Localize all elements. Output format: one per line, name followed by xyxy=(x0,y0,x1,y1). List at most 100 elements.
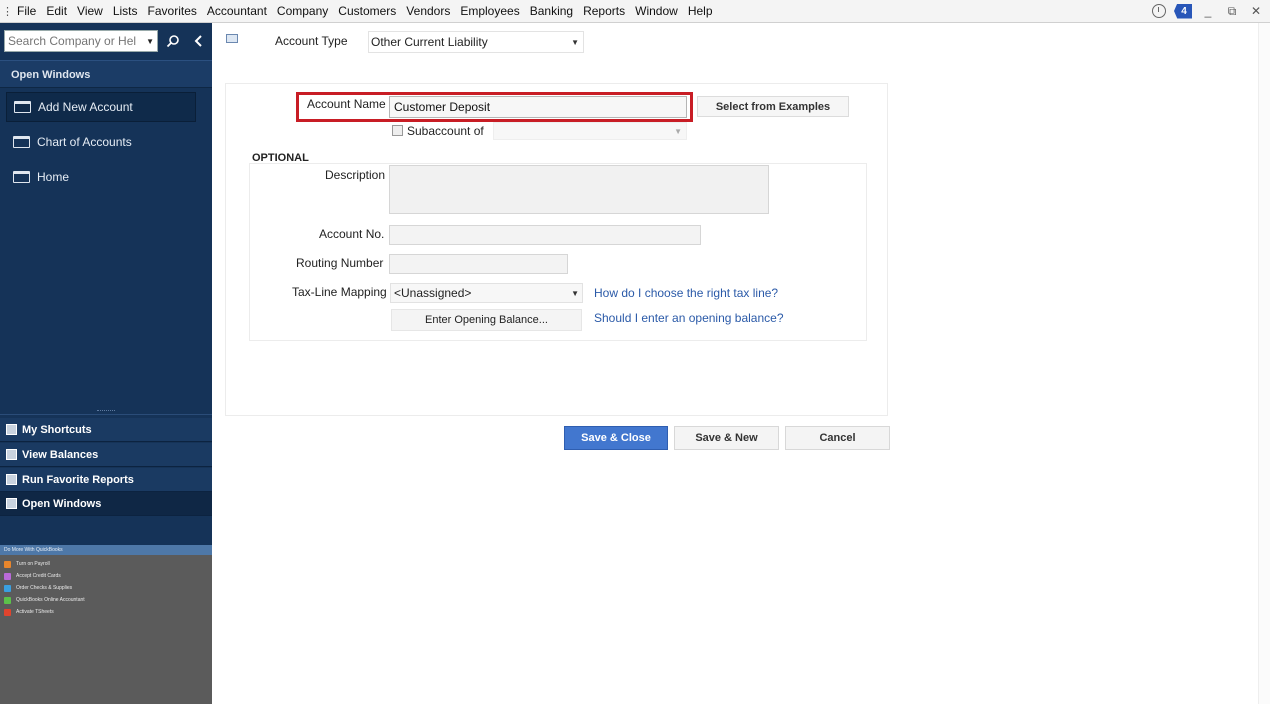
menu-lists[interactable]: Lists xyxy=(108,0,143,22)
promo-label: Order Checks & Supplies xyxy=(16,585,73,591)
tsheets-icon xyxy=(4,608,11,616)
menu-window[interactable]: Window xyxy=(630,0,683,22)
save-and-new-button[interactable]: Save & New xyxy=(674,426,779,450)
opening-balance-help-link[interactable]: Should I enter an opening balance? xyxy=(594,311,784,325)
alerts-badge[interactable]: 4 xyxy=(1174,3,1192,19)
menu-customers[interactable]: Customers xyxy=(333,0,401,22)
quickbooks-window: ⋮ File Edit View Lists Favorites Account… xyxy=(0,0,1270,704)
shortcut-label: View Balances xyxy=(22,448,99,461)
select-from-examples-button[interactable]: Select from Examples xyxy=(697,96,849,117)
account-no-input[interactable] xyxy=(389,225,701,245)
account-icon xyxy=(226,34,238,43)
tax-line-mapping-select[interactable]: <Unassigned> ▼ xyxy=(390,283,583,303)
menu-edit[interactable]: Edit xyxy=(41,0,72,22)
menu-vendors[interactable]: Vendors xyxy=(401,0,455,22)
chevron-down-icon: ▼ xyxy=(571,288,579,298)
splitter-grip-icon xyxy=(97,410,115,412)
minimize-button[interactable]: _ xyxy=(1200,4,1216,18)
menu-accountant[interactable]: Accountant xyxy=(202,0,272,22)
window-icon xyxy=(13,136,30,148)
search-icon[interactable] xyxy=(162,30,184,52)
menu-file[interactable]: File xyxy=(12,0,41,22)
icon-bar-sidebar: ▼ Open Windows Add New Account Chart of … xyxy=(0,23,212,704)
promo-label: Accept Credit Cards xyxy=(16,573,61,579)
menu-employees[interactable]: Employees xyxy=(455,0,524,22)
sidebar-splitter[interactable] xyxy=(0,409,212,415)
window-scroll-edge xyxy=(1258,23,1270,704)
open-window-label: Chart of Accounts xyxy=(37,135,132,149)
description-textarea[interactable] xyxy=(389,165,769,214)
tax-line-help-link[interactable]: How do I choose the right tax line? xyxy=(594,286,778,300)
open-window-home[interactable]: Home xyxy=(6,162,196,192)
shortcut-label: My Shortcuts xyxy=(22,423,92,436)
promo-turn-on-payroll[interactable]: Turn on Payroll xyxy=(0,558,212,570)
payroll-icon xyxy=(4,560,11,568)
routing-number-label: Routing Number xyxy=(296,256,384,270)
highlight-annotation xyxy=(296,92,693,122)
menu-favorites[interactable]: Favorites xyxy=(143,0,202,22)
save-and-close-button[interactable]: Save & Close xyxy=(564,426,668,450)
subaccount-checkbox[interactable] xyxy=(392,125,403,136)
credit-card-icon xyxy=(4,572,11,580)
promo-label: Activate TSheets xyxy=(16,609,54,615)
promo-accept-credit-cards[interactable]: Accept Credit Cards xyxy=(0,570,212,582)
promo-label: QuickBooks Online Accountant xyxy=(16,597,85,603)
shortcut-label: Run Favorite Reports xyxy=(22,473,134,486)
menu-reports[interactable]: Reports xyxy=(578,0,630,22)
shortcut-label: Open Windows xyxy=(22,497,102,510)
routing-number-input[interactable] xyxy=(389,254,568,274)
subaccount-label: Subaccount of xyxy=(407,124,484,138)
menu-bar: ⋮ File Edit View Lists Favorites Account… xyxy=(0,0,1270,23)
window-icon xyxy=(13,171,30,183)
description-label: Description xyxy=(325,168,386,182)
close-button[interactable]: ✕ xyxy=(1248,4,1264,18)
shortcut-run-favorite-reports[interactable]: Run Favorite Reports xyxy=(0,468,212,492)
search-input[interactable] xyxy=(8,34,136,48)
menu-help[interactable]: Help xyxy=(683,0,718,22)
open-window-label: Add New Account xyxy=(38,100,133,114)
promo-label: Turn on Payroll xyxy=(16,561,50,567)
chevron-down-icon[interactable]: ▼ xyxy=(146,37,154,46)
do-more-promo-panel: Do More With QuickBooks Turn on Payroll … xyxy=(0,545,212,704)
account-type-label: Account Type xyxy=(275,34,348,48)
open-windows-icon xyxy=(6,498,17,509)
open-window-add-new-account[interactable]: Add New Account xyxy=(6,92,196,122)
menu-grip-icon: ⋮ xyxy=(2,5,13,18)
add-new-account-window: Account Type Other Current Liability ▼ A… xyxy=(212,23,1270,704)
subaccount-select[interactable]: ▼ xyxy=(493,122,687,140)
promo-activate-tsheets[interactable]: Activate TSheets xyxy=(0,606,212,618)
menu-banking[interactable]: Banking xyxy=(525,0,578,22)
open-window-label: Home xyxy=(37,170,70,184)
enter-opening-balance-button[interactable]: Enter Opening Balance... xyxy=(391,309,582,331)
balances-icon xyxy=(6,449,17,460)
shortcut-open-windows[interactable]: Open Windows xyxy=(0,492,212,516)
chevron-down-icon: ▼ xyxy=(674,126,682,136)
account-type-select[interactable]: Other Current Liability ▼ xyxy=(368,31,584,53)
tax-line-value: <Unassigned> xyxy=(394,286,472,300)
menu-right-controls: 4 _ ⧉ ✕ xyxy=(1152,0,1264,22)
promo-qbo-accountant[interactable]: QuickBooks Online Accountant xyxy=(0,594,212,606)
restore-button[interactable]: ⧉ xyxy=(1224,4,1240,19)
promo-title: Do More With QuickBooks xyxy=(0,545,212,555)
account-type-value: Other Current Liability xyxy=(371,35,488,49)
shortcut-view-balances[interactable]: View Balances xyxy=(0,443,212,467)
cancel-button[interactable]: Cancel xyxy=(785,426,890,450)
collapse-sidebar-icon[interactable] xyxy=(188,30,210,52)
search-combo[interactable]: ▼ xyxy=(4,30,158,52)
plus-icon xyxy=(4,596,11,604)
promo-order-checks[interactable]: Order Checks & Supplies xyxy=(0,582,212,594)
alarm-clock-icon[interactable] xyxy=(1152,4,1166,18)
shortcut-my-shortcuts[interactable]: My Shortcuts xyxy=(0,418,212,442)
shortcuts-icon xyxy=(6,424,17,435)
open-windows-header: Open Windows xyxy=(0,60,212,88)
search-row: ▼ xyxy=(4,29,210,53)
menu-company[interactable]: Company xyxy=(272,0,333,22)
account-no-label: Account No. xyxy=(319,227,385,241)
tax-line-mapping-label: Tax-Line Mapping xyxy=(292,285,387,299)
reports-icon xyxy=(6,474,17,485)
checks-icon xyxy=(4,584,11,592)
chevron-down-icon: ▼ xyxy=(571,37,579,47)
open-window-chart-of-accounts[interactable]: Chart of Accounts xyxy=(6,127,196,157)
window-icon xyxy=(14,101,31,113)
menu-view[interactable]: View xyxy=(72,0,108,22)
